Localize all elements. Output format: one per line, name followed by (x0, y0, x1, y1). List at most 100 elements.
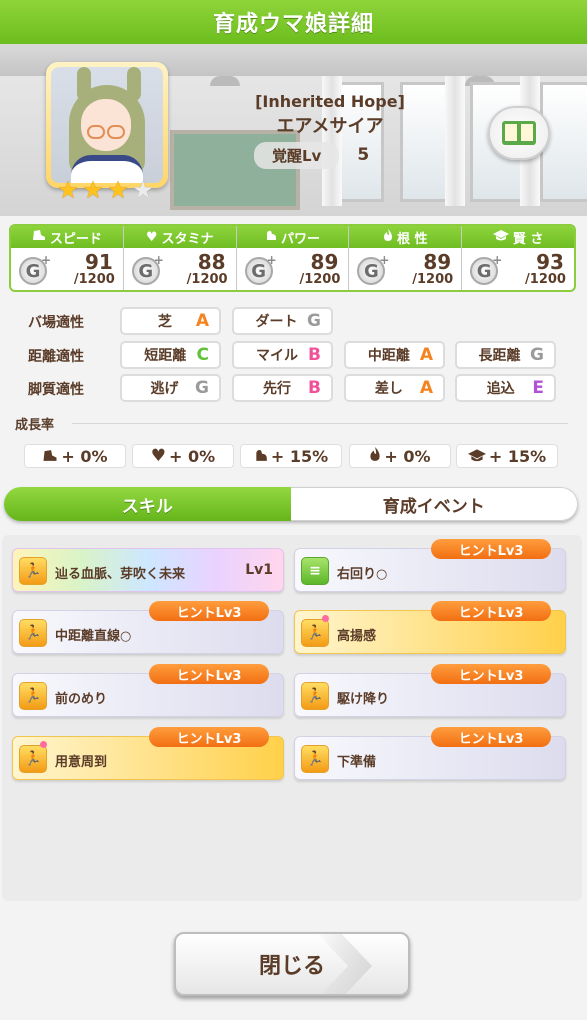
character-epithet: [Inherited Hope] (255, 92, 405, 111)
aptitude-cell: 追込 E (455, 374, 556, 402)
aptitude-name: 芝 (157, 314, 172, 330)
tab-skills[interactable]: スキル (4, 487, 291, 521)
growth-guts: + 0% (349, 444, 451, 468)
aptitude-grade: B (308, 345, 321, 365)
skill-card[interactable]: ヒントLv3 🏃 前のめり (12, 664, 284, 717)
stat-label: 賢 さ (512, 231, 544, 247)
hint-level-badge: ヒントLv3 (431, 539, 551, 559)
growth-rate-title: 成長率 (15, 418, 55, 433)
star-empty-icon: ★ (132, 176, 154, 204)
aptitude-grade: E (532, 378, 544, 398)
skill-card[interactable]: ヒントLv3 🏃 下準備 (294, 727, 566, 780)
stat-label: パワー (280, 231, 320, 247)
shoe-icon (42, 447, 58, 466)
skill-name: 前のめり (55, 692, 108, 707)
character-name: エアメサイア (276, 116, 384, 137)
aptitude-grade: G (530, 345, 544, 365)
awakening-value: 5 (357, 145, 370, 165)
grade-plus: + (266, 253, 277, 267)
skill-card[interactable]: 🏃 辿る血脈、芽吹く未来 Lv1 (12, 548, 284, 592)
aptitude-cell: ダート G (232, 307, 333, 335)
stat-label: 根 性 (397, 231, 428, 247)
run-icon: 🏃 (301, 682, 329, 710)
aptitude-row-track: バ場適性 芝 A ダート G (0, 307, 587, 335)
run-icon: 🏃 (301, 745, 329, 773)
aptitude-cell: 長距離 G (455, 341, 556, 369)
stat-header: スピード (11, 226, 123, 248)
aptitude-cell: 逃げ G (120, 374, 221, 402)
aptitude-name: 中距離 (367, 348, 410, 364)
skill-card[interactable]: ヒントLv3 🏃 高揚感 (294, 601, 566, 654)
stat-speed: スピード G + 91 /1200 (11, 226, 124, 290)
aptitude-label: バ場適性 (28, 315, 84, 331)
new-indicator-dot (322, 615, 329, 622)
new-indicator-dot (40, 741, 47, 748)
skill-card[interactable]: ヒントLv3 🏃 駆け降り (294, 664, 566, 717)
aptitude-grade: G (307, 311, 321, 331)
awakening-level: 覚醒Lv 5 (254, 141, 384, 169)
stat-value: 91 (84, 250, 113, 274)
detail-tabs: スキル 育成イベント (4, 487, 578, 521)
stat-stamina: ♥ スタミナ G + 88 /1200 (123, 226, 237, 290)
growth-wisdom: + 15% (456, 444, 558, 468)
skill-level: Lv1 (245, 562, 273, 578)
page-header: 育成ウマ娘詳細 (0, 0, 587, 44)
stat-label: スピード (49, 231, 102, 247)
stat-guts: 根 性 G + 89 /1200 (349, 226, 463, 290)
stat-value: 89 (310, 250, 339, 274)
growth-value: + 0% (61, 446, 108, 466)
skill-name: 高揚感 (337, 629, 377, 644)
aptitude-name: 追込 (486, 381, 515, 397)
divider (72, 423, 568, 424)
tab-training-events[interactable]: 育成イベント (290, 487, 578, 521)
aptitude-grade: A (195, 311, 209, 331)
curtain (445, 76, 465, 206)
aptitude-grade: A (419, 378, 433, 398)
growth-value: + 0% (384, 446, 431, 466)
rarity-stars: ★ ★ ★ ★ (56, 178, 155, 202)
aptitude-name: 短距離 (144, 348, 187, 364)
stat-value: 88 (197, 250, 226, 274)
heart-icon: ♥ (150, 446, 167, 466)
aptitude-cell: マイル B (232, 341, 333, 369)
grade-plus: + (153, 253, 164, 267)
stat-max: /1200 (73, 272, 115, 287)
aptitude-grade: A (419, 345, 433, 365)
flame-icon (369, 446, 381, 466)
hint-level-badge: ヒントLv3 (431, 727, 551, 747)
skill-card[interactable]: ヒントLv3 ≡ 右回り○ (294, 539, 566, 592)
character-portrait[interactable] (46, 62, 168, 188)
profile-book-button[interactable] (488, 106, 550, 160)
muscle-icon (254, 447, 268, 466)
growth-stamina: ♥ + 0% (132, 444, 234, 468)
aptitude-name: マイル (256, 348, 299, 364)
growth-power: + 15% (240, 444, 342, 468)
hint-level-badge: ヒントLv3 (149, 727, 269, 747)
aptitude-label: 脚質適性 (28, 382, 84, 398)
shoe-icon (32, 229, 46, 245)
aptitude-label: 距離適性 (28, 349, 84, 365)
run-icon: 🏃 (19, 745, 47, 773)
page-title: 育成ウマ娘詳細 (212, 12, 374, 37)
hint-level-badge: ヒントLv3 (149, 664, 269, 684)
glasses-lens (87, 125, 105, 139)
aptitude-grade: C (196, 345, 209, 365)
hint-level-badge: ヒントLv3 (149, 601, 269, 621)
stat-wisdom: 賢 さ G + 93 /1200 (462, 226, 574, 290)
grade-plus: + (379, 253, 390, 267)
awakening-label: 覚醒Lv (254, 141, 340, 169)
skill-name: 右回り○ (337, 567, 388, 582)
stat-header: パワー (236, 226, 349, 248)
skill-card[interactable]: ヒントLv3 🏃 用意周到 (12, 727, 284, 780)
aptitude-name: 先行 (263, 381, 292, 397)
aptitude-grade: G (195, 378, 209, 398)
skill-name: 辿る血脈、芽吹く未来 (55, 567, 186, 582)
growth-value: + 0% (169, 446, 216, 466)
stat-power: パワー G + 89 /1200 (236, 226, 350, 290)
aptitude-cell: 短距離 C (120, 341, 221, 369)
stat-header: 賢 さ (462, 226, 574, 248)
star-icon: ★ (107, 176, 129, 204)
glasses-lens (107, 125, 125, 139)
close-button[interactable]: 閉じる (174, 932, 410, 996)
skill-card[interactable]: ヒントLv3 🏃 中距離直線○ (12, 601, 284, 654)
